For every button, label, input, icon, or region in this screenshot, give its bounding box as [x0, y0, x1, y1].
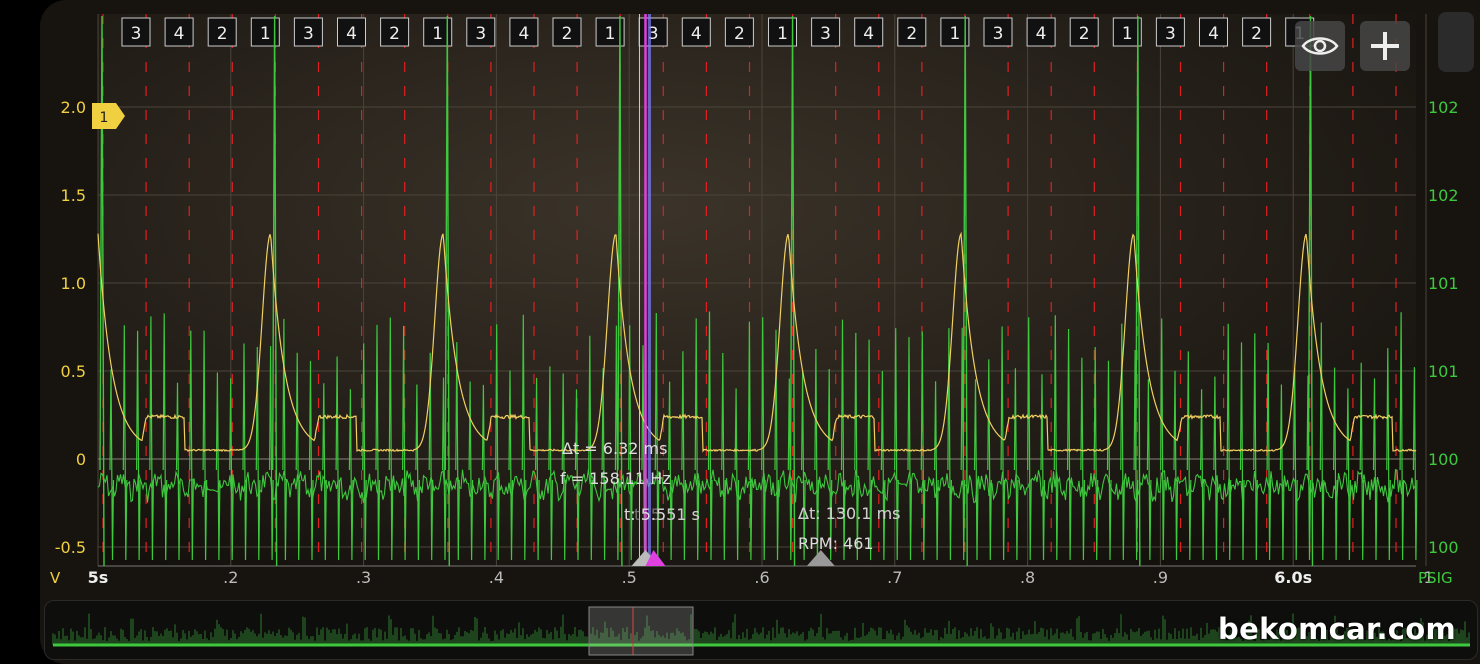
firing-order-label: 4 — [863, 24, 874, 44]
freq-label: f = 158.11 Hz — [560, 469, 671, 488]
visibility-button[interactable] — [1295, 21, 1345, 71]
left-tick-label: 0.5 — [61, 362, 86, 381]
firing-order-label: 3 — [820, 24, 831, 44]
right-tick-label: 102 — [1428, 98, 1459, 117]
firing-order-label: 2 — [1079, 24, 1090, 44]
add-button[interactable] — [1360, 21, 1410, 71]
firing-order-label: 4 — [518, 24, 529, 44]
rpm-label: RPM: 461 — [798, 534, 874, 553]
left-tick-label: 0 — [76, 450, 86, 469]
firing-order-label: 3 — [303, 24, 314, 44]
right-axis-ticks: 102 102 101 101 100 100 — [1428, 98, 1459, 557]
right-tick-label: 102 — [1428, 186, 1459, 205]
x-tick-label: .8 — [1020, 568, 1035, 587]
cursor-time-label-alt: t: 5.51 s — [634, 505, 700, 524]
x-tick-label: .7 — [887, 568, 902, 587]
x-tick-label: .5 — [622, 568, 637, 587]
firing-order-label: 1 — [260, 24, 271, 44]
firing-order-label: 2 — [906, 24, 917, 44]
eye-icon — [1301, 37, 1339, 55]
overview-window[interactable] — [588, 606, 694, 656]
dt2-label-alt: Δt: 150.1 ms — [798, 504, 901, 523]
firing-order-label: 2 — [1251, 24, 1262, 44]
left-tick-label: 1.5 — [61, 186, 86, 205]
waveform-chart[interactable]: 3421342134213421342134213421 2.01.51.00.… — [0, 0, 1480, 600]
x-tick-label: .3 — [356, 568, 371, 587]
right-tick-label: 100 — [1428, 538, 1459, 557]
side-panel-handle[interactable] — [1438, 12, 1474, 72]
firing-order-label: 1 — [1122, 24, 1133, 44]
firing-order-label: 3 — [475, 24, 486, 44]
x-tick-label: .6 — [754, 568, 769, 587]
right-tick-label: 100 — [1428, 450, 1459, 469]
firing-order-label: 4 — [1036, 24, 1047, 44]
right-tick-label: 101 — [1428, 362, 1459, 381]
left-axis-ticks: 2.0 1.5 1.0 0.5 0 -0.5 — [55, 98, 86, 557]
firing-order-label: 3 — [131, 24, 142, 44]
watermark: bekomcar.com — [1218, 612, 1456, 646]
firing-order-label: 4 — [691, 24, 702, 44]
firing-order-label: 1 — [777, 24, 788, 44]
left-axis-unit: V — [50, 569, 61, 587]
x-tick-label: 6.0s — [1274, 568, 1312, 587]
left-tick-label: 1.0 — [61, 274, 86, 293]
dt-label: Δt = 6.32 ms — [562, 439, 667, 458]
plus-icon — [1371, 32, 1399, 60]
x-tick-label: .9 — [1153, 568, 1168, 587]
x-tick-label: .2 — [223, 568, 238, 587]
left-tick-label: -0.5 — [55, 538, 86, 557]
trigger-marker-label: 1 — [100, 110, 109, 126]
firing-order-label: 1 — [432, 24, 443, 44]
firing-order-label: 2 — [734, 24, 745, 44]
right-axis-unit: PSIG — [1418, 569, 1453, 587]
firing-order-label: 1 — [605, 24, 616, 44]
left-tick-label: 2.0 — [61, 98, 86, 117]
firing-order-label: 3 — [1165, 24, 1176, 44]
firing-order-label: 4 — [1208, 24, 1219, 44]
firing-order-label: 2 — [389, 24, 400, 44]
right-tick-label: 101 — [1428, 274, 1459, 293]
x-axis-ticks: 5s .2.3.4.5.6.7.8.9 6.0s .1 — [88, 568, 1434, 587]
firing-order-label: 2 — [217, 24, 228, 44]
x-tick-label: .4 — [489, 568, 504, 587]
firing-order-label: 3 — [993, 24, 1004, 44]
firing-order-label: 1 — [949, 24, 960, 44]
firing-order-label: 4 — [174, 24, 185, 44]
firing-order-label: 2 — [562, 24, 573, 44]
x-tick-label: 5s — [88, 568, 109, 587]
firing-order-label: 4 — [346, 24, 357, 44]
